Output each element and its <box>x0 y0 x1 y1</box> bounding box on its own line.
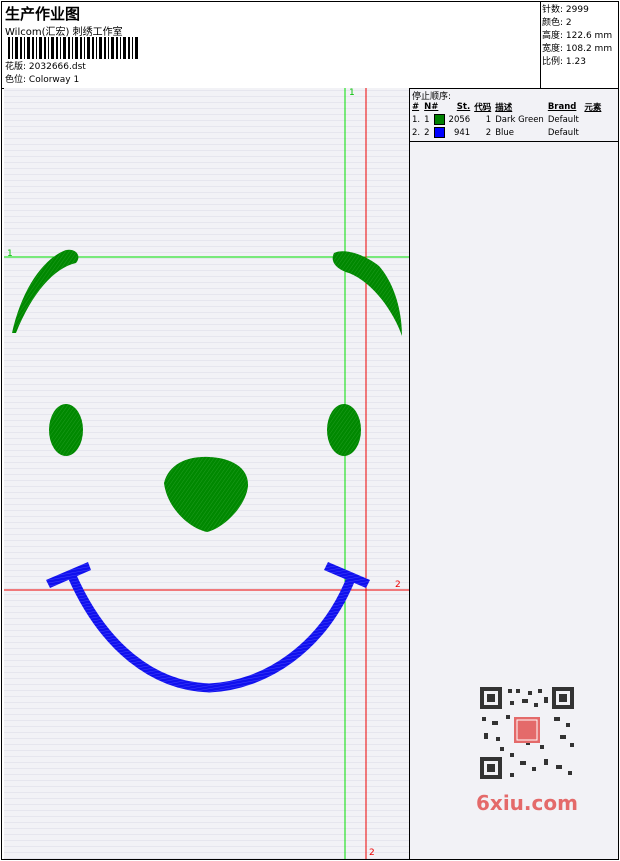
left-eye-shape <box>49 404 83 456</box>
col-header: 描述 <box>495 102 513 113</box>
spec-stitches: 针数: 2999 <box>542 5 589 15</box>
color-swatch-dark-green <box>433 114 445 125</box>
stop-table-header: # N# St. 代码 描述 Brand 元素 <box>410 100 603 113</box>
qr-code-image <box>470 681 585 785</box>
guide-label-red-right: 2 <box>395 580 401 590</box>
spec-colors: 颜色: 2 <box>542 18 572 28</box>
design-row: 花版: 2032666.dst <box>5 62 86 73</box>
guide-label-red-bottom: 2 <box>369 848 375 858</box>
col-header: Brand <box>547 101 577 112</box>
col-header: # <box>412 101 420 112</box>
colorway-row: 色位: Colorway 1 <box>5 75 79 86</box>
spec-width: 宽度: 108.2 mm <box>542 44 613 54</box>
spec-scale: 比例: 1.23 <box>542 57 586 67</box>
watermark-text: 6xiu.com <box>476 791 578 815</box>
left-ear-shape <box>12 249 79 333</box>
design-label: 花版: <box>5 62 27 72</box>
table-row: 1. 1 2056 1 Dark Green Default <box>412 114 579 125</box>
mouth-left-cap <box>46 562 91 588</box>
table-row: 2. 2 941 2 Blue Default <box>412 127 579 138</box>
stop-panel-divider <box>409 141 619 142</box>
colorway-label: 色位: <box>5 75 27 85</box>
design-canvas <box>4 88 409 859</box>
colorway-value: Colorway 1 <box>28 75 80 85</box>
guide-label-green-top: 1 <box>349 88 355 98</box>
col-header: 元素 <box>584 102 602 113</box>
guide-label-green-left: 1 <box>7 249 13 259</box>
right-ear-shape <box>332 251 402 336</box>
page-subtitle: Wilcom(汇宏) 刺绣工作室 <box>5 27 123 38</box>
color-swatch-blue <box>433 127 445 138</box>
col-header: N# <box>424 101 439 112</box>
col-header: 代码 <box>474 102 492 113</box>
design-value: 2032666.dst <box>28 62 86 72</box>
nose-shape <box>164 456 249 532</box>
stop-table: # N# St. 代码 描述 Brand 元素 1. 1 2056 1 Dark… <box>410 100 603 139</box>
col-header: St. <box>456 101 471 112</box>
embroidery-svg <box>4 88 409 859</box>
specs-list: 针数: 2999 颜色: 2 高度: 122.6 mm 宽度: 108.2 mm… <box>542 4 612 69</box>
page-title: 生产作业图 <box>5 5 81 23</box>
barcode <box>8 37 140 59</box>
right-eye-shape <box>327 404 361 456</box>
mouth-curve <box>67 574 357 693</box>
spec-height: 高度: 122.6 mm <box>542 31 613 41</box>
